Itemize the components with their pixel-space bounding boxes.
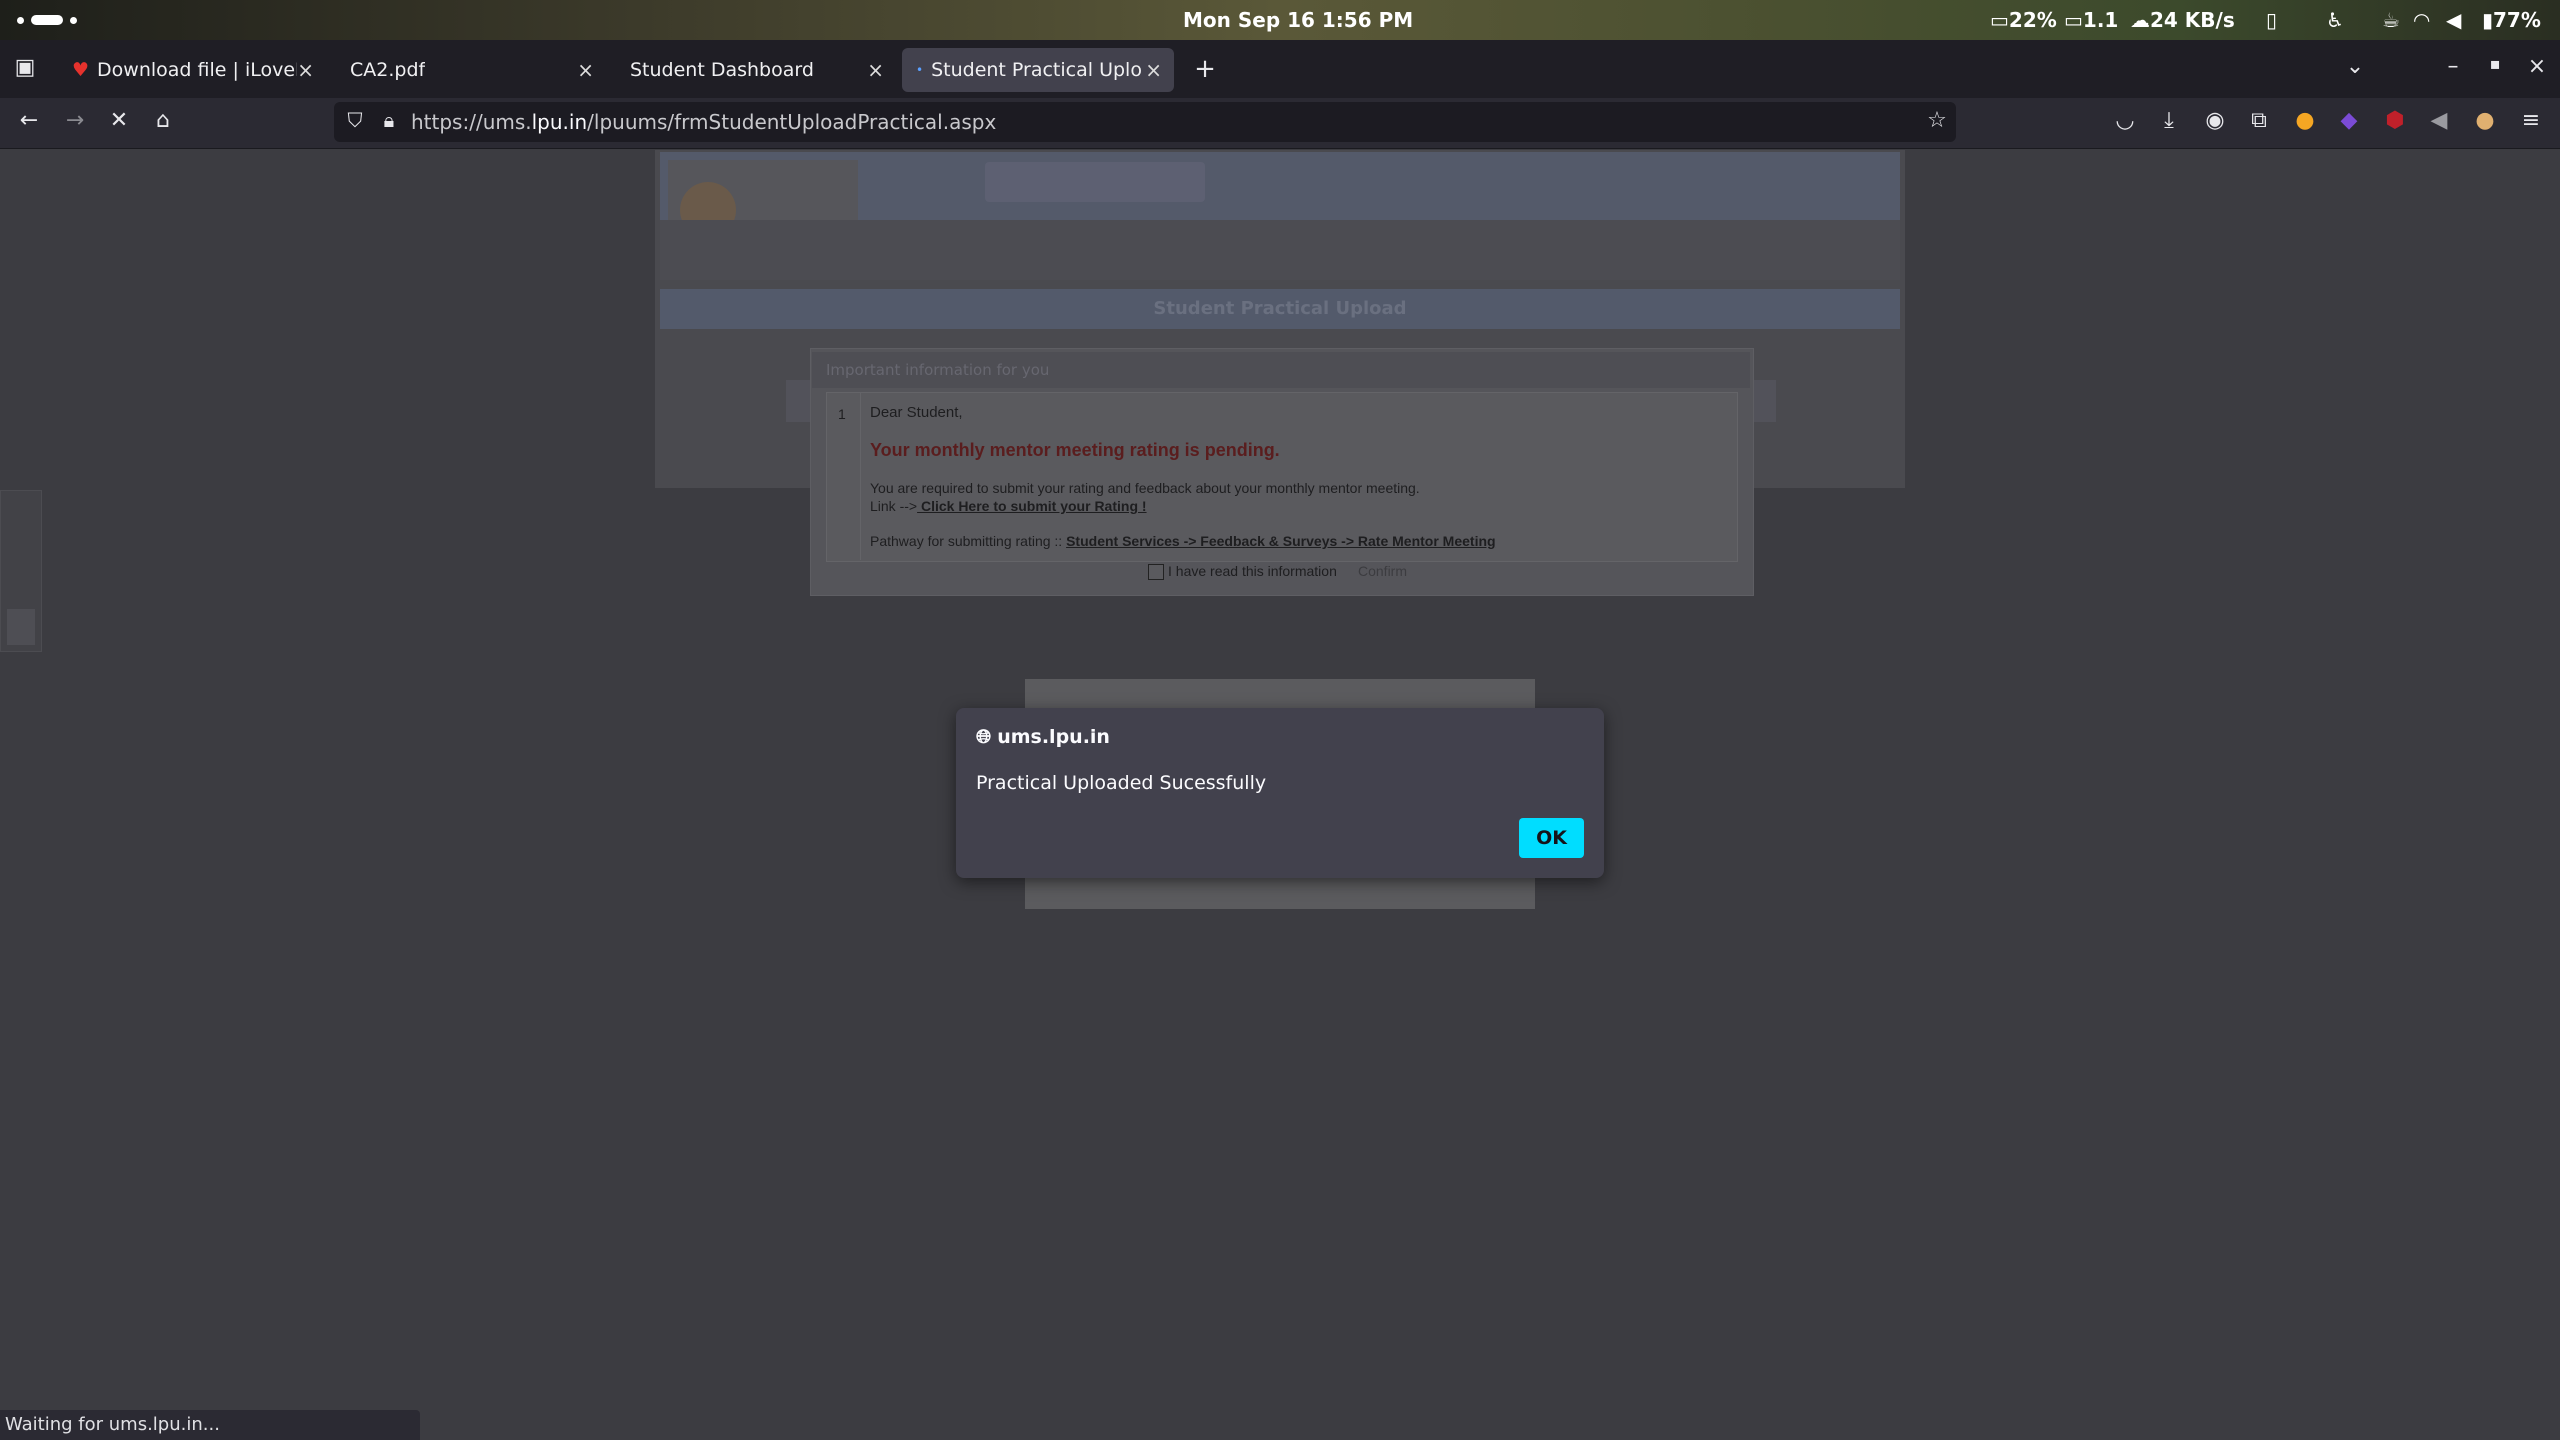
extension-icon[interactable]: ◆ (2334, 108, 2364, 133)
submit-rating-link[interactable]: Click Here to submit your Rating ! (917, 498, 1147, 514)
pending-rating-headline: Your monthly mentor meeting rating is pe… (870, 440, 1280, 460)
close-icon[interactable]: × (867, 58, 884, 82)
extension-icon[interactable]: ● (2470, 108, 2500, 133)
bookmark-star-icon[interactable]: ☆ (1922, 108, 1952, 133)
close-window-button[interactable]: × (2522, 54, 2552, 79)
cpu-icon: ▭ (1990, 8, 2009, 32)
load-indicator: ▭1.1 (2064, 8, 2119, 32)
status-bar: Waiting for ums.lpu.in... (0, 1410, 420, 1440)
url-text[interactable]: https://ums.lpu.in/lpuums/frmStudentUplo… (411, 110, 996, 134)
close-icon[interactable]: × (1145, 58, 1162, 82)
accessibility-icon[interactable]: ♿ (2326, 8, 2344, 32)
ums-logo (985, 162, 1205, 202)
greeting: Dear Student, (870, 404, 963, 421)
cloud-upload-icon: ☁ (2130, 8, 2150, 32)
loading-dot-icon: • (916, 63, 924, 77)
close-icon[interactable]: × (297, 58, 314, 82)
battery-icon: ▮ (2482, 8, 2494, 32)
ublock-icon[interactable]: ⬢ (2380, 108, 2410, 133)
wifi-icon[interactable]: ◠ (2414, 8, 2429, 32)
tab-student-practical-upload[interactable]: • Student Practical Upload × (902, 48, 1174, 92)
close-icon[interactable]: × (577, 58, 594, 82)
workspace-active-indicator[interactable] (31, 15, 63, 25)
tab-student-dashboard[interactable]: Student Dashboard × (616, 48, 896, 92)
handle-grip (7, 609, 35, 645)
pathway-line: Pathway for submitting rating :: Student… (870, 533, 1496, 549)
workspace-dot[interactable] (70, 17, 77, 24)
modal-header: Important information for you (812, 352, 1750, 388)
rating-link-line: Link --> Click Here to submit your Ratin… (870, 498, 1147, 514)
checkbox-label: I have read this information (1168, 563, 1337, 579)
info-body: You are required to submit your rating a… (870, 480, 1420, 496)
home-button[interactable]: ⌂ (148, 108, 178, 133)
system-top-bar: Mon Sep 16 1:56 PM ▭22% ▭1.1 ☁24 KB/s ▯ … (0, 0, 2560, 40)
forward-button[interactable]: → (60, 108, 90, 133)
workspace-dot[interactable] (17, 17, 24, 24)
new-tab-button[interactable]: + (1190, 54, 1220, 84)
coffee-icon[interactable]: ☕ (2382, 8, 2400, 32)
table-divider (860, 392, 861, 560)
pocket-icon[interactable]: ◡ (2110, 108, 2140, 133)
battery-indicator[interactable]: ▮77% (2482, 8, 2541, 32)
tracking-protection-shield-icon[interactable]: ⛉ (340, 108, 370, 132)
network-indicator: ☁24 KB/s (2130, 8, 2235, 32)
tab-ilovepdf[interactable]: ♥ Download file | iLovePDF × (58, 48, 326, 92)
page-subnav (660, 220, 1900, 280)
tab-ca2-pdf[interactable]: CA2.pdf × (336, 48, 606, 92)
ok-button[interactable]: OK (1519, 818, 1584, 858)
extension-icon[interactable]: ● (2290, 108, 2320, 133)
alert-origin: 🌐︎ ums.lpu.in (976, 726, 1110, 748)
volume-icon[interactable]: ◀ (2446, 8, 2461, 32)
alert-message: Practical Uploaded Sucessfully (976, 772, 1267, 794)
lock-icon[interactable]: 🔒︎ (374, 108, 404, 132)
pathway-link[interactable]: Student Services -> Feedback & Surveys -… (1066, 533, 1495, 549)
menu-hamburger-icon[interactable]: ≡ (2516, 108, 2546, 133)
globe-icon: 🌐︎ (976, 726, 992, 748)
clipboard-icon[interactable]: ▯ (2266, 8, 2277, 32)
account-icon[interactable]: ◉ (2200, 108, 2230, 133)
back-button[interactable]: ← (14, 108, 44, 133)
monitor-icon: ▭ (2064, 8, 2083, 32)
stop-loading-button[interactable]: ✕ (104, 108, 134, 133)
read-info-checkbox[interactable] (1148, 564, 1164, 580)
firefox-view-icon[interactable]: ▣ (10, 55, 40, 80)
row-number: 1 (838, 406, 846, 422)
ilovepdf-favicon-icon: ♥ (72, 59, 90, 81)
extensions-icon[interactable]: ⧉ (2244, 108, 2274, 133)
list-tabs-chevron-icon[interactable]: ⌄ (2340, 54, 2370, 79)
cpu-indicator: ▭22% (1990, 8, 2057, 32)
maximize-button[interactable]: ▪ (2480, 54, 2510, 73)
minimize-button[interactable]: – (2438, 54, 2468, 79)
clock[interactable]: Mon Sep 16 1:56 PM (1183, 8, 1413, 32)
speaker-icon[interactable]: ◀ (2424, 108, 2454, 133)
downloads-icon[interactable]: ⤓ (2154, 108, 2184, 133)
confirm-button[interactable]: Confirm (1358, 563, 1407, 579)
side-panel-handle[interactable] (0, 490, 42, 652)
page-title: Student Practical Upload (1153, 298, 1407, 319)
